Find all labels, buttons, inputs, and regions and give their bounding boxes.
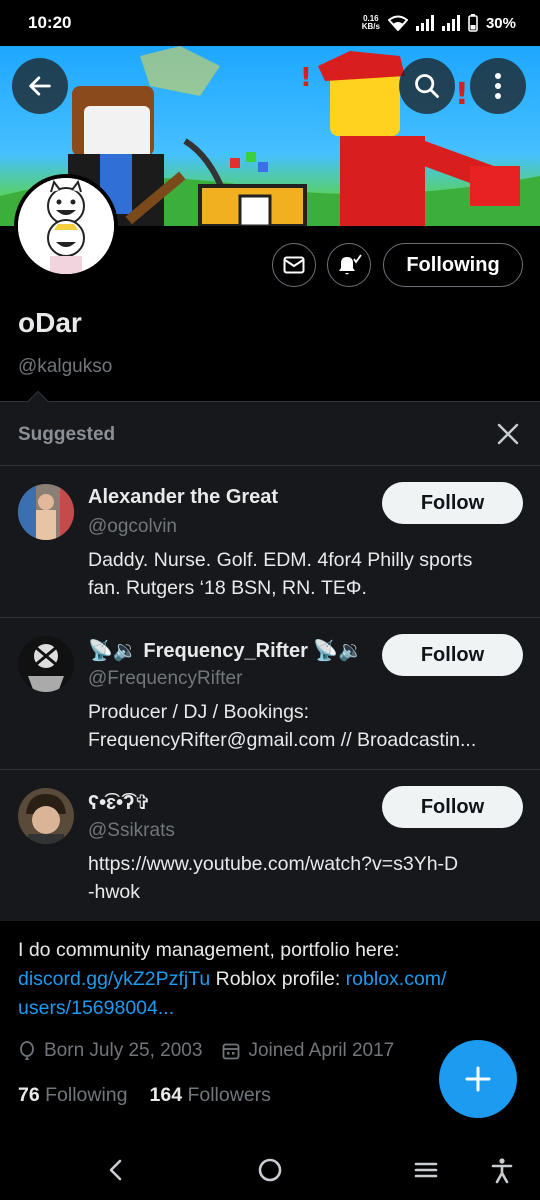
message-button[interactable] xyxy=(272,243,316,287)
suggested-user-row[interactable]: ʕ•͡ɛ•͡ʔ✞ @Ssikrats https://www.youtube.c… xyxy=(0,769,540,921)
avatar-image xyxy=(18,178,114,274)
search-icon xyxy=(415,74,439,98)
birth-date: Born July 25, 2003 xyxy=(44,1040,203,1061)
suggested-user-name[interactable]: 📡🔉 Frequency_Rifter 📡🔉 xyxy=(88,638,363,663)
nav-home-icon[interactable] xyxy=(256,1156,284,1184)
suggested-user-avatar[interactable] xyxy=(18,636,74,692)
display-name: oDar xyxy=(18,307,82,338)
arrow-left-icon xyxy=(29,76,51,96)
more-vertical-icon xyxy=(495,73,501,99)
wifi-icon xyxy=(387,15,408,31)
plus-icon xyxy=(465,1066,491,1092)
battery-percent: 30% xyxy=(485,14,516,32)
discord-link[interactable]: discord.gg/ykZ2PzfjTu xyxy=(18,968,210,990)
profile-handle: @kalgukso xyxy=(18,356,113,377)
net-speed: 0.16 KB/s xyxy=(361,14,380,31)
search-button[interactable] xyxy=(399,58,455,114)
calendar-icon xyxy=(223,1043,240,1060)
profile-bio: I do community management, portfolio her… xyxy=(18,936,518,1023)
system-nav-bar xyxy=(0,1140,540,1200)
following-count-link[interactable]: 76 Following xyxy=(18,1084,128,1107)
following-button[interactable]: Following xyxy=(383,243,523,287)
suggested-user-name[interactable]: Alexander the Great xyxy=(88,486,278,509)
battery-icon xyxy=(468,14,478,32)
signal-icon-2 xyxy=(441,15,460,31)
roblox-link[interactable]: roblox.com/ xyxy=(346,968,447,990)
profile-avatar[interactable] xyxy=(14,174,118,278)
avatar-image xyxy=(18,636,74,692)
suggested-caret xyxy=(26,390,50,414)
suggested-user-handle: @ogcolvin xyxy=(88,516,177,537)
close-icon[interactable] xyxy=(496,422,520,446)
more-options-button[interactable] xyxy=(470,58,526,114)
nav-back-icon[interactable] xyxy=(102,1156,130,1184)
suggested-user-handle: @Ssikrats xyxy=(88,820,175,841)
avatar-image xyxy=(18,788,74,844)
suggested-user-bio: https://www.youtube.com/watch?v=s3Yh-D -… xyxy=(88,853,459,903)
mail-icon xyxy=(283,256,305,274)
roblox-link-continued[interactable]: users/15698004... xyxy=(18,997,174,1019)
accessibility-icon[interactable] xyxy=(488,1156,516,1184)
nav-recents-icon[interactable] xyxy=(412,1156,440,1184)
suggested-user-avatar[interactable] xyxy=(18,484,74,540)
status-bar: 10:20 0.16 KB/s 30% xyxy=(0,0,540,46)
balloon-icon xyxy=(20,1041,34,1060)
follow-button[interactable]: Follow xyxy=(382,786,523,828)
suggested-user-row[interactable]: 📡🔉 Frequency_Rifter 📡🔉 @FrequencyRifter … xyxy=(0,617,540,769)
profile-meta: Born July 25, 2003 Joined April 2017 xyxy=(18,1040,394,1062)
status-time: 10:20 xyxy=(28,13,72,32)
svg-text:!: ! xyxy=(455,77,469,112)
notifications-button[interactable] xyxy=(327,243,371,287)
avatar-image xyxy=(18,484,74,540)
bio-text: I do community management, portfolio her… xyxy=(18,939,400,961)
compose-button[interactable] xyxy=(439,1040,517,1118)
status-icons: 0.16 KB/s 30% xyxy=(362,14,516,32)
suggested-user-handle: @FrequencyRifter xyxy=(88,668,243,689)
suggested-user-bio: Producer / DJ / Bookings: FrequencyRifte… xyxy=(88,701,477,751)
follow-button[interactable]: Follow xyxy=(382,482,523,524)
suggested-user-avatar[interactable] xyxy=(18,788,74,844)
bell-check-icon xyxy=(339,254,362,275)
suggested-user-bio: Daddy. Nurse. Golf. EDM. 4for4 Philly sp… xyxy=(88,549,473,599)
svg-text:!: ! xyxy=(300,63,312,93)
follow-button[interactable]: Follow xyxy=(382,634,523,676)
bio-text-mid: Roblox profile: xyxy=(210,968,346,990)
back-button[interactable] xyxy=(12,58,68,114)
signal-icon-1 xyxy=(415,15,434,31)
join-date: Joined April 2017 xyxy=(248,1040,395,1061)
suggested-title: Suggested xyxy=(18,424,116,445)
suggested-user-row[interactable]: Alexander the Great @ogcolvin Daddy. Nur… xyxy=(0,465,540,617)
suggested-panel: Suggested Alexander the Great @ogcolvin … xyxy=(0,390,540,921)
followers-count-link[interactable]: 164 Followers xyxy=(150,1084,271,1107)
follow-counts: 76 Following 164 Followers xyxy=(18,1084,271,1107)
suggested-user-name[interactable]: ʕ•͡ɛ•͡ʔ✞ xyxy=(88,790,151,815)
